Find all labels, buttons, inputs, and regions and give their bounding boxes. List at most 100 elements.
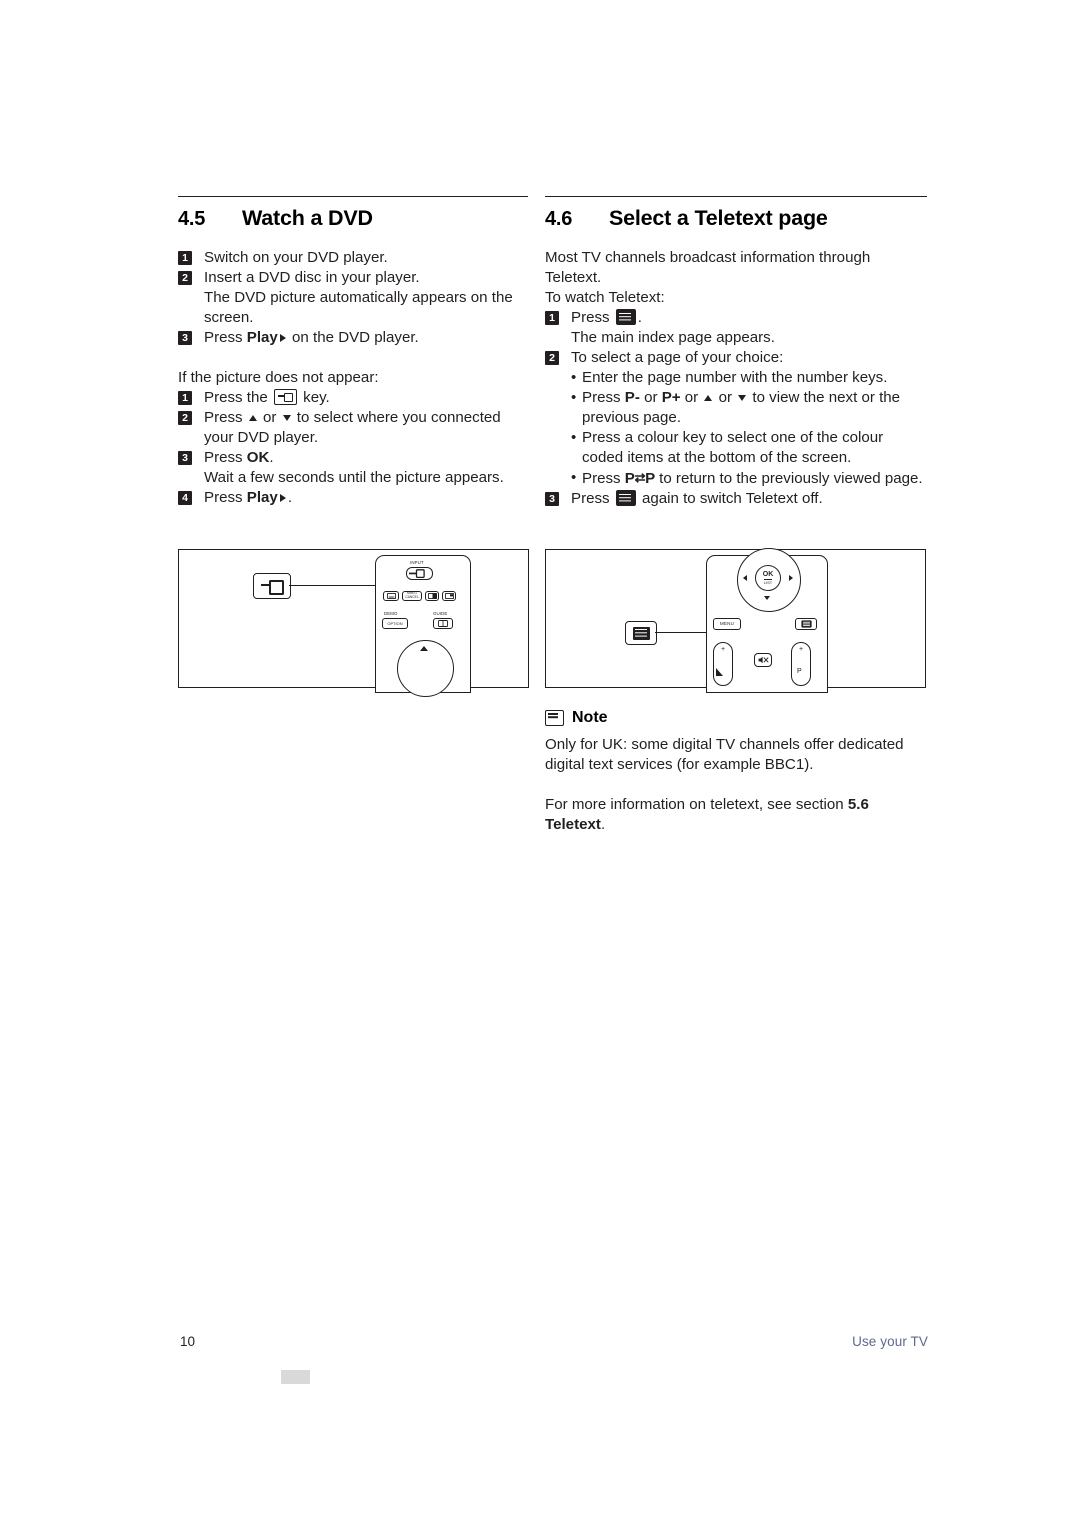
step-item: 3 Press again to switch Teletext off. xyxy=(545,489,927,509)
step-text: Press or to select where you connected y… xyxy=(204,408,528,448)
step-text-pre: Press xyxy=(204,329,247,346)
program-p-label: P xyxy=(797,668,802,675)
nav-up-icon xyxy=(420,646,428,651)
swap-arrows-glyph: ⇄ xyxy=(634,470,646,485)
step-text: Press Play. xyxy=(204,488,528,508)
note-icon xyxy=(545,710,564,726)
play-triangle-icon xyxy=(279,334,286,342)
step-text-post: again to switch Teletext off. xyxy=(637,490,823,507)
bullet-item: • Press a colour key to select one of th… xyxy=(545,428,927,468)
step-text-post: . xyxy=(287,489,293,506)
teletext-icon xyxy=(615,490,636,506)
step-number: 2 xyxy=(178,271,192,285)
arrow-up-icon xyxy=(248,415,257,421)
note-heading: Note xyxy=(545,709,927,727)
step-text: Press Play on the DVD player. xyxy=(204,328,528,348)
option-key[interactable]: OPTION xyxy=(382,618,408,629)
option-label: OPTION xyxy=(387,620,403,626)
step-text-pre: Press xyxy=(204,409,247,426)
subtitle-key[interactable] xyxy=(383,591,399,601)
list-label: LIST xyxy=(763,579,773,585)
step-number: 1 xyxy=(178,251,192,265)
footer-marker xyxy=(281,1370,310,1384)
bullet-text-mid2: or xyxy=(680,389,703,406)
bullet-text: Enter the page number with the number ke… xyxy=(582,369,888,386)
note-label: Note xyxy=(572,709,608,726)
step-number: 3 xyxy=(178,451,192,465)
subheading-picture-not-appear: If the picture does not appear: xyxy=(178,369,379,386)
guide-label: GUIDE xyxy=(433,611,448,616)
volume-rocker[interactable]: + xyxy=(713,642,733,686)
step-number: 3 xyxy=(545,492,559,506)
step-text-pre: Press xyxy=(571,490,614,507)
dual-screen-key[interactable] xyxy=(442,591,456,601)
source-icon xyxy=(409,569,425,578)
source-icon xyxy=(273,389,297,405)
bullet-item: • Press P⇄P to return to the previously … xyxy=(545,468,927,489)
teletext-icon xyxy=(800,620,812,628)
left-body: 1 Switch on your DVD player. 2 Insert a … xyxy=(178,248,528,508)
arrow-up-icon xyxy=(704,395,713,401)
nav-right-icon xyxy=(789,575,793,581)
step-item: 3 Press Play on the DVD player. xyxy=(178,328,528,348)
subtitle-icon xyxy=(386,593,396,599)
remote-body: INPUT MHEG CANCEL DEMO GUIDE OPTION xyxy=(375,555,471,697)
section-select-teletext-page: 4.6 Select a Teletext page Most TV chann… xyxy=(545,196,927,509)
p-swap-p-icon: P⇄P xyxy=(625,470,655,487)
bullet-dot: • xyxy=(571,469,577,486)
step-text-post: on the DVD player. xyxy=(287,329,419,346)
step-number: 1 xyxy=(178,391,192,405)
nav-left-icon xyxy=(743,575,747,581)
manual-page: 4.5 Watch a DVD 1 Switch on your DVD pla… xyxy=(0,0,1080,1528)
more-info-text: For more information on teletext, see se… xyxy=(545,795,927,835)
play-label: Play xyxy=(246,489,278,506)
note-text: Only for UK: some digital TV channels of… xyxy=(545,736,904,773)
step-item: 1 Press . The main index page appears. xyxy=(545,308,927,348)
step-note: The main index page appears. xyxy=(571,329,775,346)
menu-label: MENU xyxy=(719,620,735,626)
step-text: Insert a DVD disc in your player. xyxy=(204,269,420,286)
step-item: 2 Press or to select where you connected… xyxy=(178,408,528,448)
section-watch-a-dvd: 4.5 Watch a DVD 1 Switch on your DVD pla… xyxy=(178,196,528,508)
dual-screen-icon xyxy=(444,593,454,599)
section-number-right: 4.6 xyxy=(545,208,573,230)
mheg-cancel-key[interactable]: MHEG CANCEL xyxy=(402,591,422,601)
step-item: 2 To select a page of your choice: xyxy=(545,348,927,368)
source-key[interactable] xyxy=(406,567,433,580)
play-triangle-icon xyxy=(279,494,286,502)
step-text: Switch on your DVD player. xyxy=(204,249,388,266)
bullet-text: Press P⇄P to return to the previously vi… xyxy=(582,470,923,487)
format-icon xyxy=(427,593,437,599)
format-key[interactable] xyxy=(425,591,439,601)
input-label: INPUT xyxy=(410,560,424,565)
bullet-text-mid: or xyxy=(639,389,662,406)
step-number: 4 xyxy=(178,491,192,505)
mute-key[interactable] xyxy=(754,653,772,667)
page-number: 10 xyxy=(180,1334,196,1349)
step-text-post: . xyxy=(269,449,274,466)
teletext-icon xyxy=(632,626,650,640)
menu-key[interactable]: MENU xyxy=(713,618,741,630)
guide-key[interactable] xyxy=(433,618,453,629)
volume-icon xyxy=(716,668,723,676)
teletext-intro: Most TV channels broadcast information t… xyxy=(545,249,871,286)
ok-key[interactable]: OK LIST xyxy=(755,565,781,591)
section-title-left: Watch a DVD xyxy=(242,206,373,230)
bullet-item: • Press P- or P+ or or to view the next … xyxy=(545,388,927,428)
step-number: 2 xyxy=(178,411,192,425)
teletext-key[interactable] xyxy=(795,618,817,630)
bullet-dot: • xyxy=(571,389,577,406)
step-item: 1 Switch on your DVD player. xyxy=(178,248,528,268)
step-item: 1 Press the key. xyxy=(178,388,528,408)
bullet-dot: • xyxy=(571,429,577,446)
ok-label: OK xyxy=(246,449,270,466)
source-key-enlarged xyxy=(253,573,291,599)
step-note: The DVD picture automatically appears on… xyxy=(204,289,513,326)
section-heading-right: 4.6 Select a Teletext page xyxy=(545,196,927,231)
footer-section-label: Use your TV xyxy=(852,1334,928,1349)
guide-icon xyxy=(438,620,448,627)
step-text-pre: Press the xyxy=(204,389,272,406)
program-rocker[interactable]: + xyxy=(791,642,811,686)
step-text-pre: Press xyxy=(204,449,247,466)
program-plus-label: + xyxy=(798,646,804,653)
